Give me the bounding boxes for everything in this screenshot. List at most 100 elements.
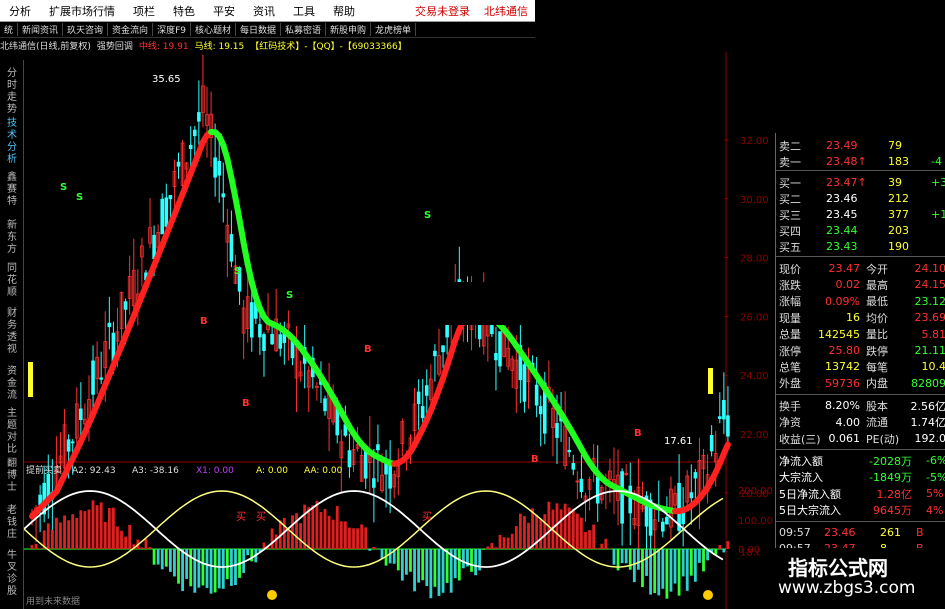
side-tab-10[interactable]: 牛叉诊股	[4, 550, 20, 598]
buy-level-4-volume: 203	[888, 224, 909, 237]
sell-level-1-price: 23.48↑	[826, 155, 867, 168]
buy-level-1-label: 买一	[779, 176, 801, 190]
stat-label: 换手	[779, 399, 801, 413]
buy-level-2-price: 23.46	[826, 192, 858, 205]
candle-body	[376, 444, 380, 451]
menu-item-info[interactable]: 资讯	[244, 3, 284, 19]
stat-value: 0.061	[828, 432, 861, 445]
menu-item-analysis[interactable]: 分析	[0, 3, 40, 19]
tab-system[interactable]: 统	[0, 23, 19, 36]
histogram-bar	[372, 547, 376, 549]
menu-item-extended-market[interactable]: 扩展市场行情	[40, 3, 124, 19]
tab-consult[interactable]: 玖天咨询	[63, 23, 109, 36]
tab-ipo[interactable]: 新股申购	[326, 23, 372, 36]
candle-body	[164, 197, 169, 227]
candle-body	[99, 377, 103, 380]
subchart-buy-label: 买	[236, 511, 246, 523]
side-tab-8[interactable]: 翻博士	[4, 458, 20, 494]
tab-private-fund[interactable]: 私募密语	[281, 23, 327, 36]
histogram-bar	[193, 549, 197, 593]
histogram-bar	[506, 537, 510, 549]
side-tab-3[interactable]: 新东方	[4, 220, 20, 256]
stat-label: 涨幅	[779, 295, 801, 309]
stat-label: PE(动)	[866, 432, 900, 446]
histogram-bar	[417, 549, 421, 583]
histogram-bar	[604, 538, 608, 549]
sell-level-1-label: 卖一	[779, 155, 801, 169]
histogram-bar	[209, 549, 213, 594]
histogram-bar	[331, 519, 335, 549]
candle-body	[717, 416, 722, 419]
side-tab-4[interactable]: 同花顺	[4, 263, 20, 299]
histogram-bar	[295, 513, 298, 549]
side-tab-6[interactable]: 资金流	[4, 366, 20, 402]
histogram-bar	[645, 549, 648, 576]
tab-daily-data[interactable]: 每日数据	[236, 23, 281, 36]
tab-f9[interactable]: 深度F9	[153, 23, 191, 36]
histogram-bar	[230, 549, 233, 586]
sell-level-2-label: 卖二	[779, 139, 801, 153]
trade-login-status[interactable]: 交易未登录	[408, 3, 477, 19]
histogram-bar	[246, 549, 250, 556]
histogram-bar	[636, 549, 640, 570]
menu-item-help[interactable]: 帮助	[324, 3, 364, 19]
tick-direction: B	[916, 526, 924, 539]
histogram-bar	[34, 543, 38, 549]
histogram-bar	[181, 549, 184, 592]
histogram-bar	[388, 549, 392, 564]
buy-level-1-volume: 39	[888, 176, 902, 189]
side-tab-1[interactable]: 技术分析	[4, 118, 20, 166]
histogram-bar	[213, 549, 217, 593]
histogram-bar	[502, 537, 506, 549]
kline-chart[interactable]: 32.00 30.00 28.00 26.00 24.00 22.00 20.00 18.00…	[24, 52, 774, 609]
tab-dragon-tiger[interactable]: 龙虎榜单	[371, 23, 417, 36]
candle-body	[123, 301, 128, 310]
candle-body	[160, 198, 165, 235]
histogram-bar	[327, 515, 331, 549]
buy-level-3: 买三 23.45 377 +1	[776, 207, 945, 222]
side-tab-9[interactable]: 老钱庄	[4, 505, 20, 541]
histogram-bar	[352, 528, 355, 549]
menu-item-pingan[interactable]: 平安	[204, 3, 244, 19]
side-tab-0[interactable]: 分时走势	[4, 68, 20, 116]
signal-bar	[708, 368, 713, 394]
ma-band-segment	[228, 174, 239, 202]
side-tab-5[interactable]: 财务透视	[4, 308, 20, 356]
menu-item-tools[interactable]: 工具	[284, 3, 324, 19]
ma-band-segment	[720, 441, 731, 457]
candle-body	[70, 441, 75, 444]
stat-label: 涨停	[779, 344, 801, 358]
histogram-bar	[641, 549, 644, 588]
histogram-bar	[124, 536, 128, 549]
histogram-bar	[99, 502, 103, 549]
stat-label: 总笔	[779, 360, 801, 374]
tab-fund-flow[interactable]: 资金流向	[108, 23, 154, 36]
side-tab-7[interactable]: 主题对比	[4, 408, 20, 456]
menu-item-column[interactable]: 项栏	[124, 3, 164, 19]
tab-news[interactable]: 新闻资讯	[18, 23, 64, 36]
stat-value: 1.74亿	[910, 416, 945, 430]
stat-value: 25.80	[828, 344, 861, 357]
quote-separator	[776, 449, 945, 451]
menu-item-feature[interactable]: 特色	[164, 3, 204, 19]
subchart-a3: A3: -38.16	[132, 466, 179, 476]
chart-canvas[interactable]: 32.0030.0028.0026.0024.0022.0020.0018.00…	[24, 52, 774, 609]
buy-level-1-price: 23.47↑	[826, 176, 867, 189]
candle-body	[213, 157, 217, 178]
stat-label: 股本	[866, 399, 888, 413]
histogram-bar	[494, 547, 498, 549]
flow-label: 净流入额	[779, 454, 823, 468]
flow-label: 5日净流入额	[779, 487, 841, 501]
histogram-bar	[527, 522, 530, 549]
tab-core-theme[interactable]: 核心题材	[191, 23, 236, 36]
ma-band-segment	[232, 195, 243, 223]
subchart-a: A: 0.00	[256, 466, 288, 476]
histogram-bar	[445, 549, 449, 583]
histogram-bar	[120, 530, 123, 549]
side-tab-2[interactable]: 鑫赛特	[4, 172, 20, 208]
histogram-bar	[405, 549, 408, 575]
histogram-bar	[250, 549, 254, 562]
buy-level-2-label: 买二	[779, 192, 801, 206]
candle-body	[433, 350, 437, 357]
indicator-name: 强势回调	[96, 41, 133, 52]
